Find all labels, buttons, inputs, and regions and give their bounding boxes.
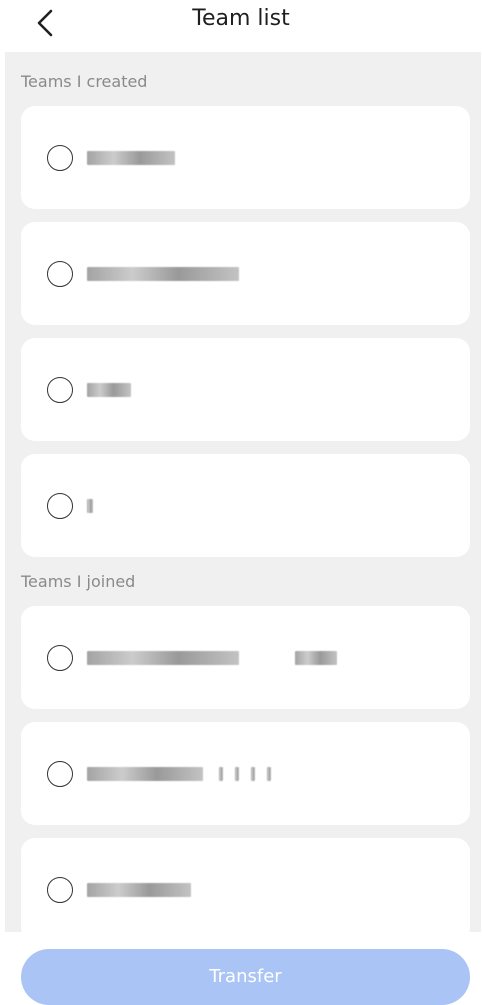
team-name-redacted — [87, 766, 271, 781]
team-name-redacted — [87, 498, 93, 513]
team-name-redacted — [87, 150, 175, 165]
team-card[interactable] — [21, 606, 470, 709]
section-label-joined: Teams I joined — [21, 572, 136, 591]
section-label-created: Teams I created — [21, 72, 148, 91]
top-bar: Team list — [0, 0, 482, 52]
radio-button[interactable] — [47, 492, 73, 519]
team-card[interactable] — [21, 338, 470, 441]
team-card[interactable] — [21, 106, 470, 209]
team-card[interactable] — [21, 222, 470, 325]
transfer-button[interactable]: Transfer — [21, 949, 470, 1005]
team-name-redacted — [87, 650, 337, 665]
radio-button[interactable] — [47, 760, 73, 787]
team-card[interactable] — [21, 454, 470, 557]
team-card[interactable] — [21, 838, 470, 932]
page-title: Team list — [192, 6, 290, 31]
team-list[interactable]: Teams I created Teams I joined — [5, 52, 481, 932]
radio-button[interactable] — [47, 144, 73, 171]
team-name-redacted — [87, 382, 131, 397]
team-name-redacted — [87, 266, 239, 281]
team-name-redacted — [87, 882, 191, 897]
radio-button[interactable] — [47, 376, 73, 403]
bottom-bar: Transfer — [0, 932, 482, 1005]
team-card[interactable] — [21, 722, 470, 825]
radio-button[interactable] — [47, 260, 73, 287]
radio-button[interactable] — [47, 644, 73, 671]
radio-button[interactable] — [47, 876, 73, 903]
